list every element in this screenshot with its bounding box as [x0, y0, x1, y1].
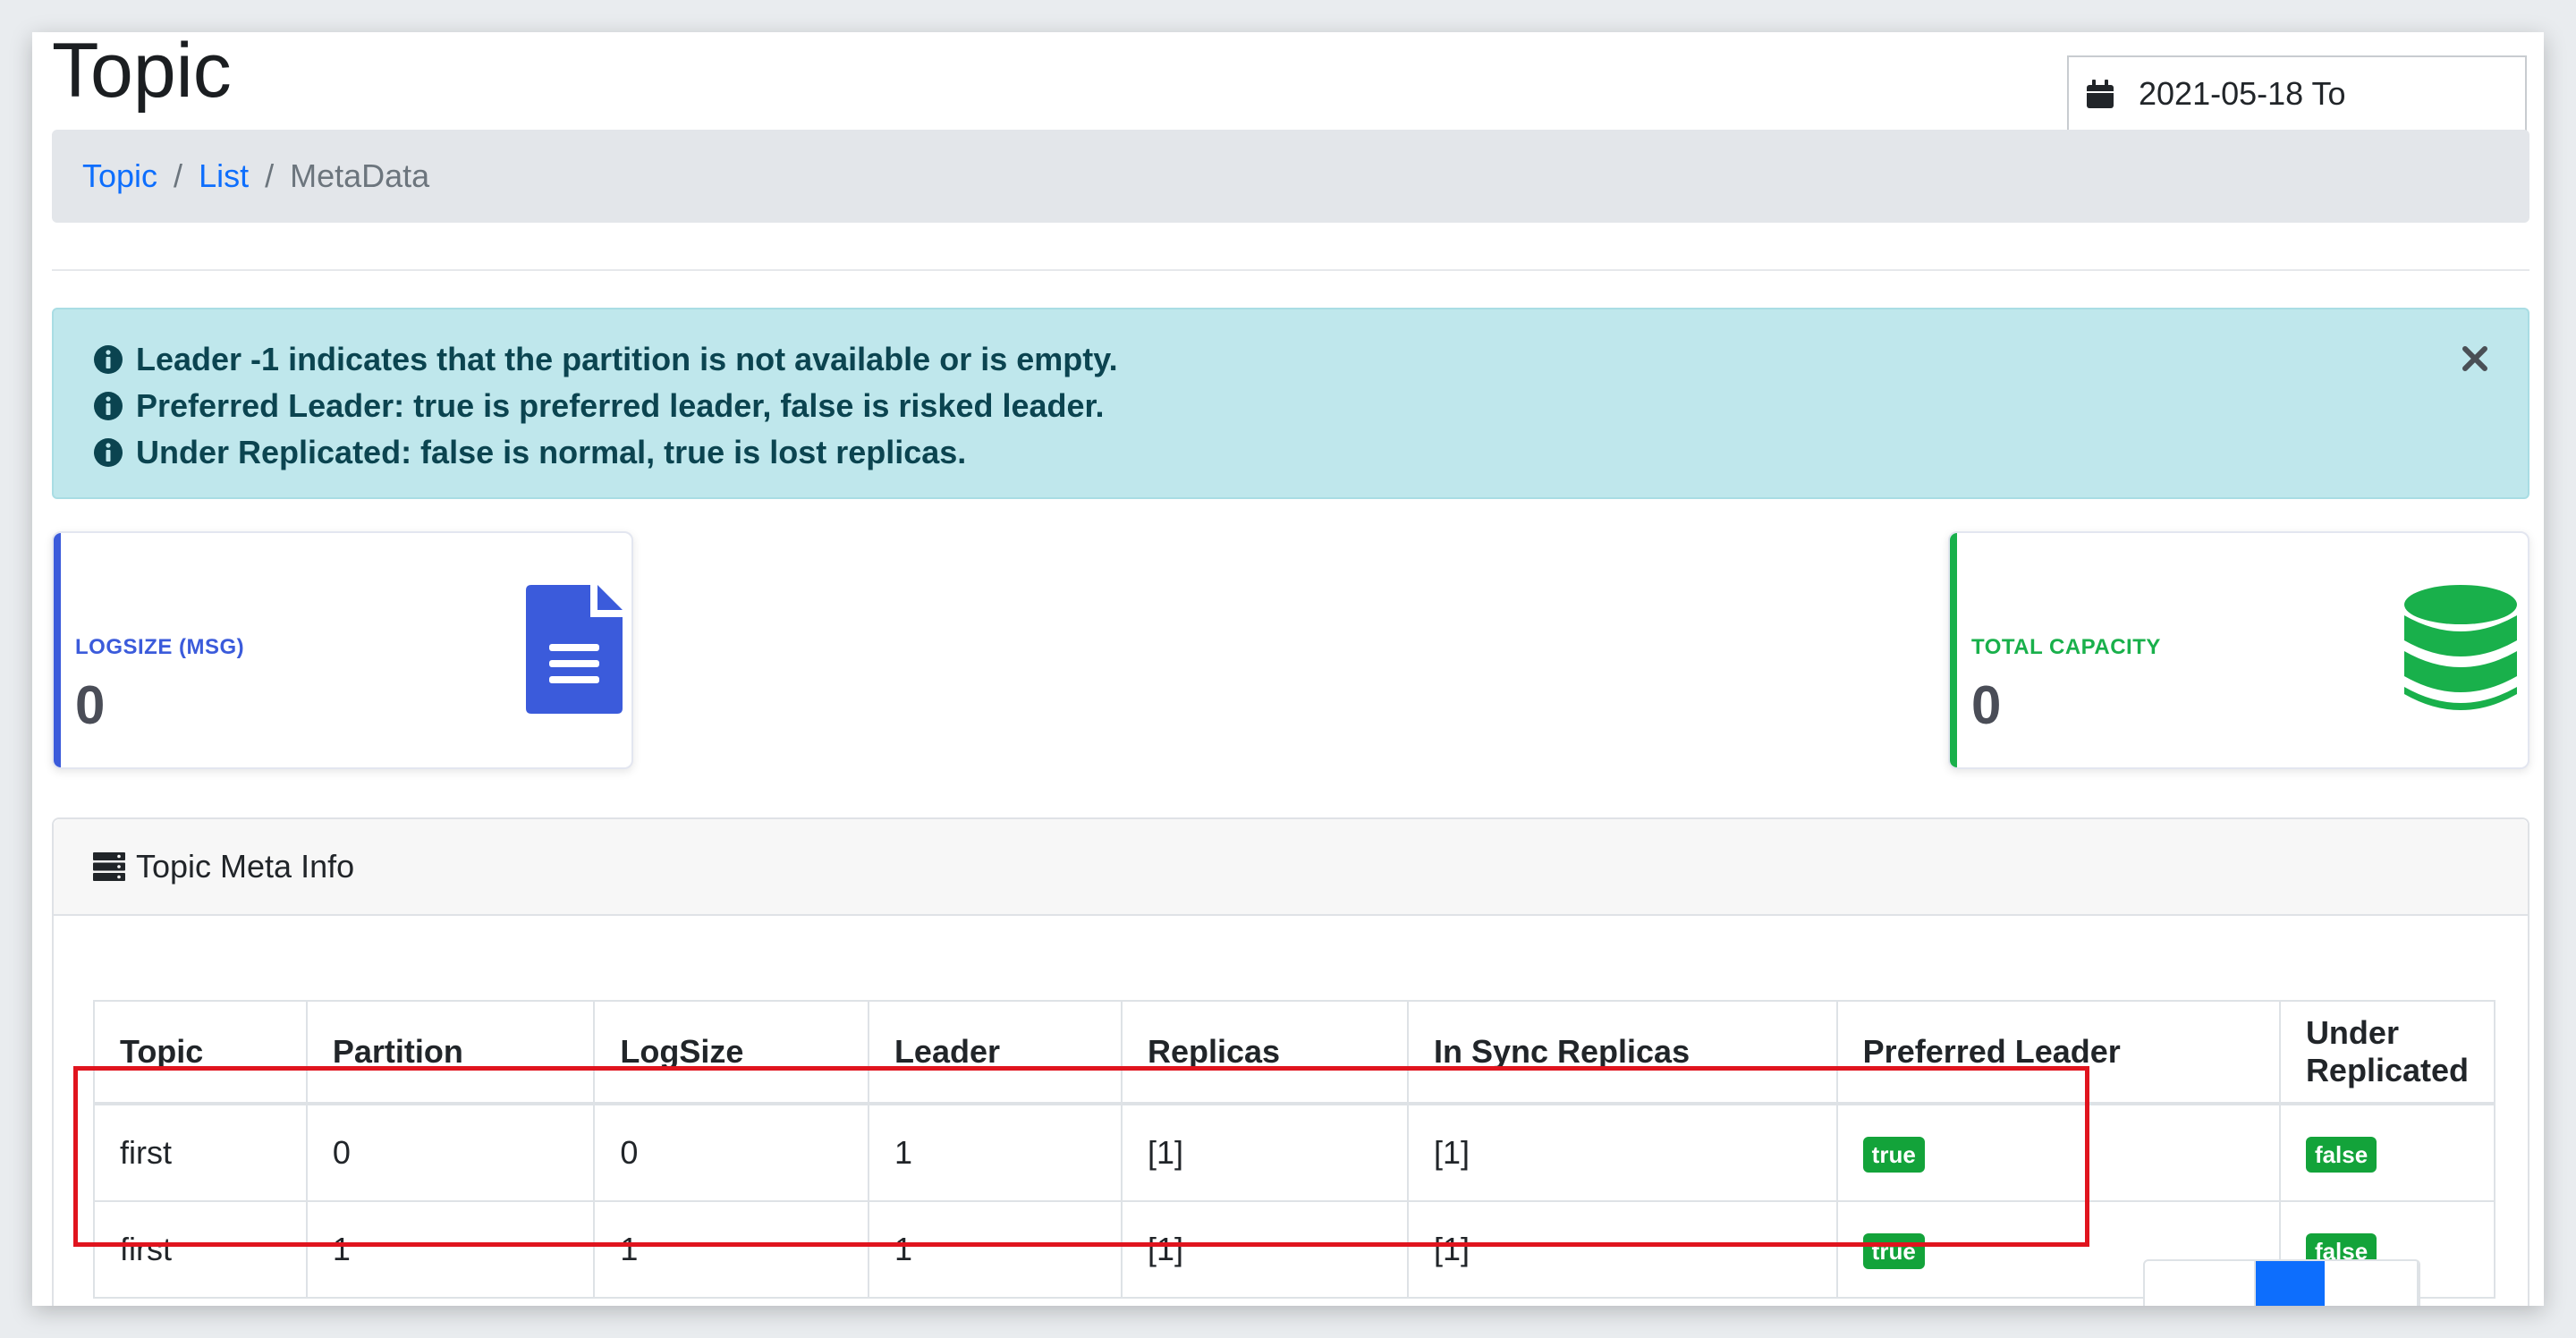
- close-icon[interactable]: [2460, 343, 2490, 374]
- page-title: Topic: [52, 32, 232, 114]
- breadcrumb-topic-link[interactable]: Topic: [82, 157, 157, 195]
- pagination: [2143, 1259, 2421, 1306]
- status-badge: false: [2305, 1137, 2377, 1173]
- alert-text: Preferred Leader: true is preferred lead…: [136, 387, 1105, 424]
- column-header-logsize[interactable]: LogSize: [593, 1000, 869, 1105]
- app-window: Topic 2021-05-18 To 2021-05-18 Topic / L…: [32, 32, 2544, 1306]
- cell-leader: 1: [867, 1200, 1123, 1299]
- info-alert: Leader -1 indicates that the partition i…: [52, 308, 2529, 499]
- logsize-card: LOGSIZE (MSG) 0: [52, 531, 633, 769]
- table-header-row: Topic Partition LogSize Leader Replicas …: [93, 1000, 2496, 1105]
- column-header-replicas[interactable]: Replicas: [1120, 1000, 1409, 1105]
- logsize-label: LOGSIZE (MSG): [75, 635, 245, 659]
- alert-line: Under Replicated: false is normal, true …: [93, 429, 2488, 476]
- breadcrumb-separator: /: [265, 157, 275, 194]
- alert-text: Leader -1 indicates that the partition i…: [136, 341, 1118, 377]
- pagination-current-page[interactable]: [2256, 1261, 2326, 1306]
- capacity-label: TOTAL CAPACITY: [1971, 635, 2161, 659]
- cell-isr: [1]: [1406, 1200, 1838, 1299]
- alert-text: Under Replicated: false is normal, true …: [136, 434, 967, 470]
- column-header-topic[interactable]: Topic: [93, 1000, 308, 1105]
- breadcrumb-active: MetaData: [290, 157, 430, 194]
- info-circle-icon: [94, 345, 123, 374]
- column-header-preferred-leader[interactable]: Preferred Leader: [1835, 1000, 2281, 1105]
- table-row: first 1 1 1 [1] [1] true false: [93, 1200, 2496, 1299]
- pagination-next[interactable]: [2325, 1261, 2419, 1306]
- breadcrumb-list-link[interactable]: List: [199, 157, 249, 195]
- cell-topic: first: [93, 1103, 308, 1202]
- panel-title: Topic Meta Info: [136, 848, 355, 885]
- column-header-leader[interactable]: Leader: [867, 1000, 1123, 1105]
- file-alt-icon: [526, 585, 623, 714]
- cell-logsize: 1: [593, 1200, 869, 1299]
- alert-line: Preferred Leader: true is preferred lead…: [93, 383, 2488, 429]
- info-circle-icon: [94, 438, 123, 467]
- breadcrumb-separator: /: [174, 157, 183, 194]
- cell-under-replicated: false: [2278, 1103, 2496, 1202]
- cell-logsize: 0: [593, 1103, 869, 1202]
- cell-preferred-leader: true: [1835, 1103, 2281, 1202]
- cell-partition: 1: [305, 1200, 596, 1299]
- status-badge: true: [1862, 1137, 1925, 1173]
- capacity-value: 0: [1971, 675, 2002, 735]
- topic-meta-panel: Topic Meta Info Topic Partition LogSize …: [52, 817, 2529, 1306]
- panel-header: Topic Meta Info: [54, 819, 2528, 916]
- column-header-partition[interactable]: Partition: [305, 1000, 596, 1105]
- cell-replicas: [1]: [1120, 1200, 1409, 1299]
- column-header-under-replicated[interactable]: Under Replicated: [2278, 1000, 2496, 1105]
- capacity-card: TOTAL CAPACITY 0: [1948, 531, 2529, 769]
- card-accent-bar: [54, 533, 61, 767]
- cell-replicas: [1]: [1120, 1103, 1409, 1202]
- breadcrumb: Topic / List / MetaData: [52, 130, 2529, 223]
- alert-line: Leader -1 indicates that the partition i…: [93, 336, 2488, 383]
- cell-partition: 0: [305, 1103, 596, 1202]
- status-badge: true: [1862, 1233, 1925, 1269]
- info-circle-icon: [94, 392, 123, 420]
- pagination-previous[interactable]: [2145, 1261, 2257, 1306]
- topic-meta-table: Topic Partition LogSize Leader Replicas …: [93, 1000, 2496, 1299]
- divider: [52, 269, 2529, 271]
- date-range-start: 2021-05-18 To: [2139, 75, 2346, 112]
- logsize-value: 0: [75, 675, 106, 735]
- card-accent-bar: [1950, 533, 1957, 767]
- database-icon: [2404, 585, 2517, 710]
- column-header-isr[interactable]: In Sync Replicas: [1406, 1000, 1838, 1105]
- calendar-icon: [2087, 80, 2114, 108]
- cell-leader: 1: [867, 1103, 1123, 1202]
- server-icon: [93, 852, 125, 881]
- cell-topic: first: [93, 1200, 308, 1299]
- table-row: first 0 0 1 [1] [1] true false: [93, 1103, 2496, 1202]
- cell-isr: [1]: [1406, 1103, 1838, 1202]
